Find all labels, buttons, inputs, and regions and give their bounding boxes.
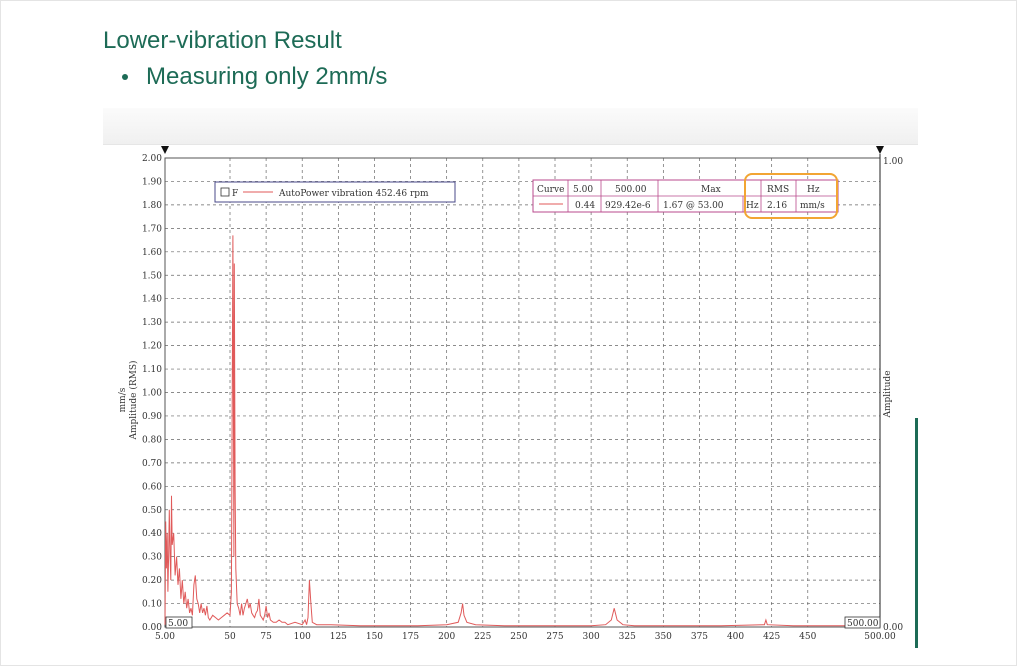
y-axis-title: Amplitude (RMS) (128, 360, 139, 440)
x-tick-label: 225 (474, 632, 491, 642)
x-ticks: 5.00 50 75 100 125 150 175 200 225 250 275 300 325 35… (155, 632, 896, 642)
legend-series-label: AutoPower vibration 452.46 rpm (278, 189, 429, 199)
table-header-max: Max (701, 185, 721, 195)
y-tick-label: 1.50 (142, 271, 162, 281)
table-value-end: 929.42e-6 (605, 201, 651, 211)
x-tick-label: 100 (294, 632, 311, 642)
y-tick-label: 1.40 (142, 295, 162, 305)
table-value-start: 0.44 (575, 201, 595, 211)
y-tick-label: 1.80 (142, 201, 162, 211)
bullet-list-item: Measuring only 2mm/s (122, 63, 387, 91)
x-tick-label: 250 (510, 632, 527, 642)
series-line-autopower (164, 235, 880, 627)
y-tick-label: 0.60 (142, 482, 162, 492)
left-cursor-marker-icon (161, 146, 169, 154)
right-cursor-value-box: 500.00 (844, 616, 881, 629)
x-tick-label: 5.00 (155, 632, 175, 642)
right-axis-top-label: 1.00 (883, 157, 903, 167)
x-tick-label: 150 (366, 632, 383, 642)
y-ticks: 0.000.100.200.300.400.500.600.700.800.90… (142, 154, 162, 633)
x-tick-label: 175 (402, 632, 419, 642)
table-header-start: 5.00 (573, 185, 593, 195)
right-cursor-value: 500.00 (847, 619, 879, 629)
table-header-hz: Hz (807, 185, 820, 195)
y-tick-label: 0.10 (142, 600, 162, 610)
table-header-curve: Curve (537, 185, 564, 195)
table-value-rms: 2.16 (767, 201, 787, 211)
y-tick-label: 1.10 (142, 365, 162, 375)
bullet-text: Measuring only 2mm/s (146, 63, 388, 90)
y-tick-label: 0.70 (142, 459, 162, 469)
x-tick-label: 75 (260, 632, 272, 642)
vibration-chart: mm/s Amplitude (RMS) Amplitude 1.00 0.00… (118, 146, 903, 642)
x-tick-label: 400 (727, 632, 744, 642)
grid (164, 157, 881, 628)
x-tick-label: 200 (438, 632, 455, 642)
x-tick-label: 375 (691, 632, 708, 642)
x-tick-label: 350 (655, 632, 672, 642)
y-axis-unit: mm/s (118, 387, 128, 412)
table-header-end: 500.00 (615, 185, 647, 195)
y-tick-label: 0.20 (142, 576, 162, 586)
x-tick-label: 125 (330, 632, 347, 642)
y-tick-label: 0.90 (142, 412, 162, 422)
legend: F AutoPower vibration 452.46 rpm (214, 181, 456, 203)
y-tick-label: 0.50 (142, 506, 162, 516)
table-value-rms-unit: mm/s (800, 201, 825, 211)
legend-checkbox-label: F (232, 189, 238, 199)
x-tick-label: 425 (763, 632, 780, 642)
table-header-rms: RMS (767, 185, 789, 195)
right-axis-title: Amplitude (883, 370, 893, 418)
x-tick-label: 450 (799, 632, 816, 642)
bullet-dot-icon (122, 74, 128, 80)
x-tick-label: 300 (583, 632, 600, 642)
x-tick-label: 500.00 (864, 632, 896, 642)
y-tick-label: 1.70 (142, 224, 162, 234)
x-tick-label: 275 (546, 632, 563, 642)
x-tick-label: 50 (224, 632, 236, 642)
left-cursor-value-box: 5.00 (165, 616, 193, 629)
y-tick-label: 1.30 (142, 318, 162, 328)
legend-checkbox[interactable] (220, 187, 230, 197)
page-heading: Lower-vibration Result (103, 27, 342, 54)
left-cursor-value: 5.00 (168, 619, 188, 629)
y-tick-label: 0.30 (142, 553, 162, 563)
y-tick-label: 0.40 (142, 529, 162, 539)
y-tick-label: 2.00 (142, 154, 162, 164)
measurement-table: Curve 5.00 500.00 Max RMS Hz 0.44 929.42… (532, 173, 839, 219)
teal-edge-accent (915, 418, 918, 648)
y-tick-label: 0.80 (142, 435, 162, 445)
x-tick-label: 325 (619, 632, 636, 642)
y-axis-title-group: mm/s Amplitude (RMS) (118, 360, 139, 440)
right-cursor-marker-icon (876, 146, 884, 154)
table-value-max: 1.67 @ 53.00 (663, 201, 724, 211)
chart-screenshot: mm/s Amplitude (RMS) Amplitude 1.00 0.00… (103, 108, 918, 648)
table-value-max-unit: Hz (746, 201, 759, 211)
y-tick-label: 1.60 (142, 248, 162, 258)
y-tick-label: 1.90 (142, 177, 162, 187)
y-tick-label: 1.20 (142, 342, 162, 352)
y-tick-label: 1.00 (142, 389, 162, 399)
